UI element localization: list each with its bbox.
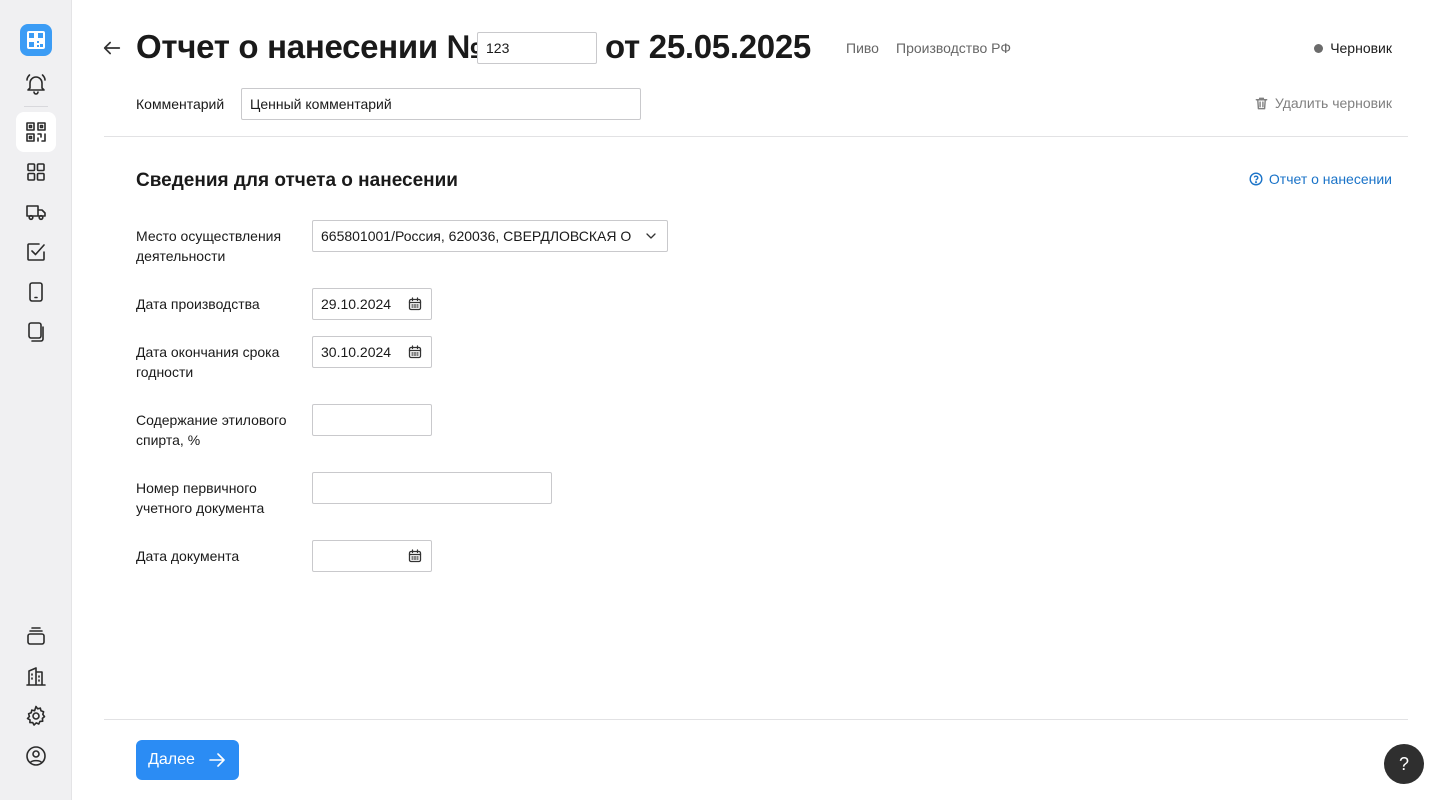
- help-link[interactable]: Отчет о нанесении: [1249, 171, 1392, 187]
- calendar-icon: [408, 297, 422, 311]
- location-select[interactable]: 665801001/Россия, 620036, СВЕРДЛОВСКАЯ О: [312, 220, 668, 252]
- calendar-icon: [408, 549, 422, 563]
- alcohol-content-input[interactable]: [312, 404, 432, 436]
- production-type-tag: Производство РФ: [896, 40, 1011, 56]
- arrow-right-icon: [209, 753, 225, 767]
- user-circle-icon: [26, 746, 46, 766]
- sidebar-item-stacks[interactable]: [16, 616, 56, 656]
- footer-divider: [104, 719, 1408, 720]
- document-number-input[interactable]: [312, 472, 552, 504]
- production-date-value: 29.10.2024: [321, 296, 392, 312]
- back-button[interactable]: [100, 36, 124, 60]
- field-label-document-date: Дата документа: [136, 548, 240, 564]
- sidebar-item-profile[interactable]: [16, 736, 56, 776]
- sidebar-item-shipments[interactable]: [16, 192, 56, 232]
- sidebar-divider: [24, 106, 48, 107]
- delete-draft-button[interactable]: Удалить черновик: [1254, 95, 1392, 111]
- sidebar-item-tasks[interactable]: [16, 232, 56, 272]
- field-label-document-number: Номер первичного учетного документа: [136, 480, 265, 516]
- calendar-icon: [408, 345, 422, 359]
- sidebar-item-catalog[interactable]: [16, 152, 56, 192]
- production-date-picker[interactable]: 29.10.2024: [312, 288, 432, 320]
- truck-icon: [26, 205, 46, 221]
- grid-icon: [27, 163, 45, 181]
- layers-icon: [27, 627, 45, 645]
- sidebar-item-organizations[interactable]: [16, 656, 56, 696]
- chevron-down-icon: [646, 233, 656, 239]
- gear-icon: [26, 705, 46, 726]
- sidebar-item-devices[interactable]: [16, 272, 56, 312]
- section-title: Сведения для отчета о нанесении: [136, 170, 458, 191]
- sidebar-item-codes[interactable]: [16, 112, 56, 152]
- sidebar: [0, 0, 72, 800]
- comment-label: Комментарий: [136, 96, 225, 112]
- comment-input[interactable]: [241, 88, 641, 120]
- status-text: Черновик: [1330, 40, 1392, 56]
- expiry-date-picker[interactable]: 30.10.2024: [312, 336, 432, 368]
- buildings-icon: [26, 667, 46, 686]
- next-button-label: Далее: [148, 751, 195, 768]
- document-date-picker[interactable]: [312, 540, 432, 572]
- field-label-alcohol: Содержание этилового спирта, %: [136, 412, 287, 448]
- help-link-label: Отчет о нанесении: [1268, 171, 1392, 187]
- qr-code-icon: [26, 122, 46, 142]
- trash-icon: [1255, 97, 1268, 109]
- delete-draft-label: Удалить черновик: [1274, 95, 1392, 111]
- documents-icon: [28, 322, 44, 342]
- sidebar-item-documents[interactable]: [16, 312, 56, 352]
- location-value: 665801001/Россия, 620036, СВЕРДЛОВСКАЯ О: [321, 228, 632, 244]
- product-group-tag: Пиво: [846, 40, 879, 56]
- arrow-left-icon: [103, 41, 121, 55]
- report-number-input[interactable]: [477, 32, 597, 64]
- field-label-expiry-date: Дата окончания срока годности: [136, 344, 280, 380]
- help-fab-label: ?: [1398, 753, 1409, 774]
- next-button[interactable]: Далее: [136, 740, 239, 780]
- status-badge: Черновик: [1314, 40, 1392, 56]
- sidebar-item-settings[interactable]: [16, 696, 56, 736]
- field-label-production-date: Дата производства: [136, 296, 260, 312]
- field-label-location: Место осуществления деятельности: [136, 228, 282, 264]
- tablet-icon: [29, 282, 43, 302]
- app-logo[interactable]: [20, 24, 52, 56]
- notifications-button[interactable]: [16, 64, 56, 104]
- qr-logo-icon: [27, 31, 45, 49]
- header-divider: [104, 136, 1408, 137]
- bell-icon: [26, 74, 46, 95]
- question-circle-icon: [1249, 172, 1263, 186]
- status-dot: [1314, 43, 1324, 53]
- page-title: Отчет о нанесении №: [136, 28, 484, 65]
- check-square-icon: [27, 243, 45, 261]
- help-fab[interactable]: ?: [1384, 744, 1424, 784]
- report-date-title: от 25.05.2025: [605, 28, 811, 65]
- expiry-date-value: 30.10.2024: [321, 344, 392, 360]
